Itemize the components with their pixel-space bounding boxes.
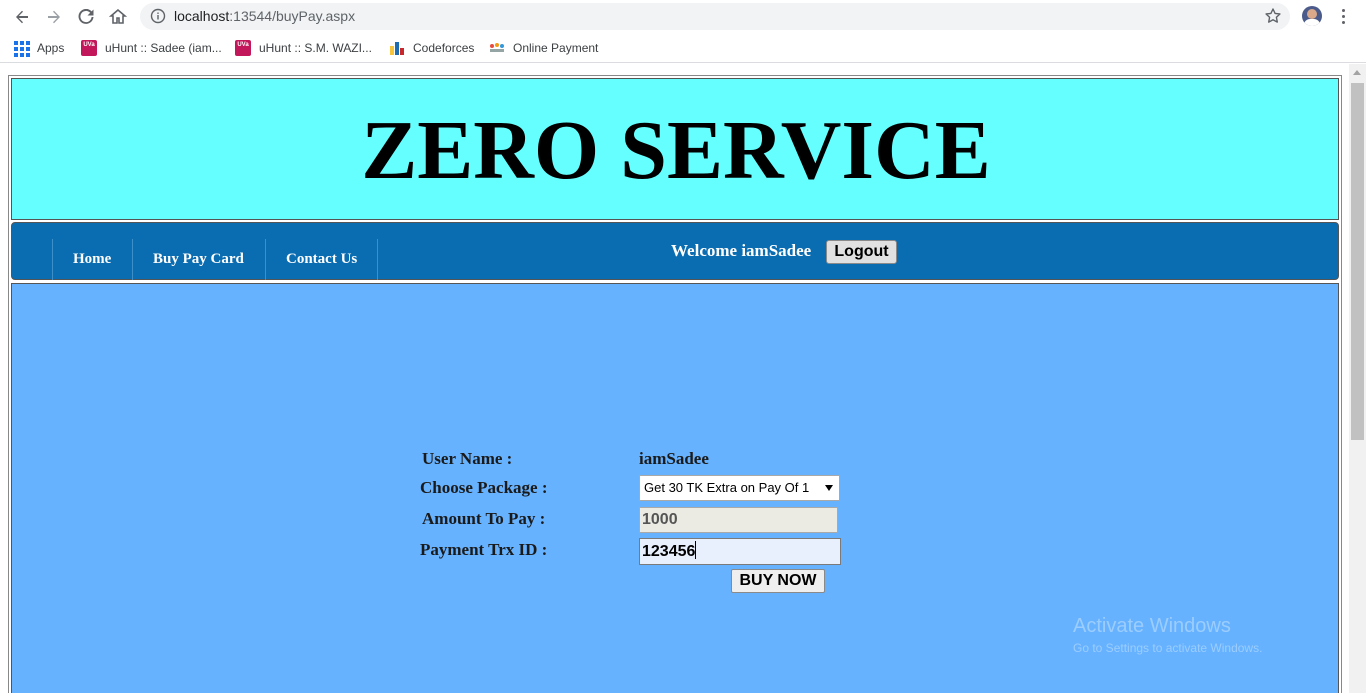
bookmark-uhunt-sadee[interactable]: UVa uHunt :: Sadee (iam... <box>81 40 222 56</box>
avatar[interactable] <box>1302 6 1322 26</box>
site-header: ZERO SERVICE <box>11 78 1339 220</box>
trx-id-value: 123456 <box>642 543 696 560</box>
bookmark-label: Codeforces <box>413 41 475 55</box>
info-icon[interactable] <box>150 8 166 28</box>
nav-divider <box>377 239 378 280</box>
bookmark-label: Online Payment <box>513 41 599 55</box>
avatar-face <box>1307 9 1317 19</box>
amount-field[interactable]: 1000 <box>639 507 838 533</box>
star-icon[interactable] <box>1264 7 1282 29</box>
nav-divider <box>52 239 53 280</box>
back-icon[interactable] <box>9 4 35 30</box>
avatar-shirt <box>1304 19 1320 26</box>
package-selected-value: Get 30 TK Extra on Pay Of 1 <box>644 480 810 495</box>
scroll-up-icon[interactable] <box>1353 70 1361 75</box>
amount-label: Amount To Pay : <box>422 509 546 528</box>
bookmark-apps[interactable]: Apps <box>13 40 65 57</box>
payment-icon <box>489 40 505 56</box>
user-name-label: User Name : <box>422 449 513 468</box>
nav-buy-pay-card[interactable]: Buy Pay Card <box>153 251 244 268</box>
activation-watermark-title: Activate Windows <box>1073 615 1231 637</box>
payment-form-area: User Name : iamSadee Choose Package : Ge… <box>11 283 1339 693</box>
bookmarks-bar: Apps UVa uHunt :: Sadee (iam... UVa uHun… <box>0 33 1366 63</box>
logout-button[interactable]: Logout <box>826 240 897 264</box>
url-path: :13544/buyPay.aspx <box>229 8 356 24</box>
vertical-scrollbar[interactable] <box>1349 64 1366 693</box>
home-icon[interactable] <box>105 4 131 30</box>
browser-toolbar: localhost:13544/buyPay.aspx <box>0 0 1366 33</box>
site-title: ZERO SERVICE <box>361 104 991 197</box>
welcome-text: Welcome iamSadee <box>671 241 812 260</box>
package-label: Choose Package : <box>420 478 548 497</box>
chevron-down-icon <box>825 485 833 491</box>
codeforces-icon <box>389 40 405 56</box>
uva-icon: UVa <box>81 40 97 56</box>
uva-icon: UVa <box>235 40 251 56</box>
apps-grid-icon <box>13 40 30 57</box>
page-container: ZERO SERVICE Home Buy Pay Card Contact U… <box>8 75 1342 693</box>
menu-icon[interactable] <box>1334 7 1354 27</box>
trx-id-label: Payment Trx ID : <box>420 540 548 559</box>
package-select[interactable]: Get 30 TK Extra on Pay Of 1 <box>639 475 840 501</box>
scroll-thumb[interactable] <box>1351 83 1364 440</box>
nav-bar: Home Buy Pay Card Contact Us Welcome iam… <box>11 222 1339 280</box>
buy-now-button[interactable]: BUY NOW <box>731 569 825 593</box>
bookmark-uhunt-wazi[interactable]: UVa uHunt :: S.M. WAZI... <box>235 40 372 56</box>
url-text[interactable]: localhost:13544/buyPay.aspx <box>174 8 355 24</box>
address-bar[interactable]: localhost:13544/buyPay.aspx <box>140 3 1290 30</box>
trx-id-input[interactable]: 123456 <box>639 538 841 565</box>
forward-icon[interactable] <box>41 4 67 30</box>
text-caret <box>695 541 697 559</box>
bookmark-codeforces[interactable]: Codeforces <box>389 40 474 56</box>
bookmark-label: Apps <box>37 41 65 55</box>
reload-icon[interactable] <box>73 4 99 30</box>
page-viewport: ZERO SERVICE Home Buy Pay Card Contact U… <box>0 64 1366 693</box>
activation-watermark-subtitle: Go to Settings to activate Windows. <box>1073 641 1263 655</box>
bookmark-online-payment[interactable]: Online Payment <box>489 40 598 56</box>
bookmark-label: uHunt :: Sadee (iam... <box>105 41 222 55</box>
url-host: localhost <box>174 8 230 24</box>
nav-divider <box>265 239 266 280</box>
nav-home[interactable]: Home <box>73 251 111 268</box>
user-name-value: iamSadee <box>639 449 709 468</box>
nav-divider <box>132 239 133 280</box>
bookmark-label: uHunt :: S.M. WAZI... <box>259 41 372 55</box>
nav-contact-us[interactable]: Contact Us <box>286 251 357 268</box>
